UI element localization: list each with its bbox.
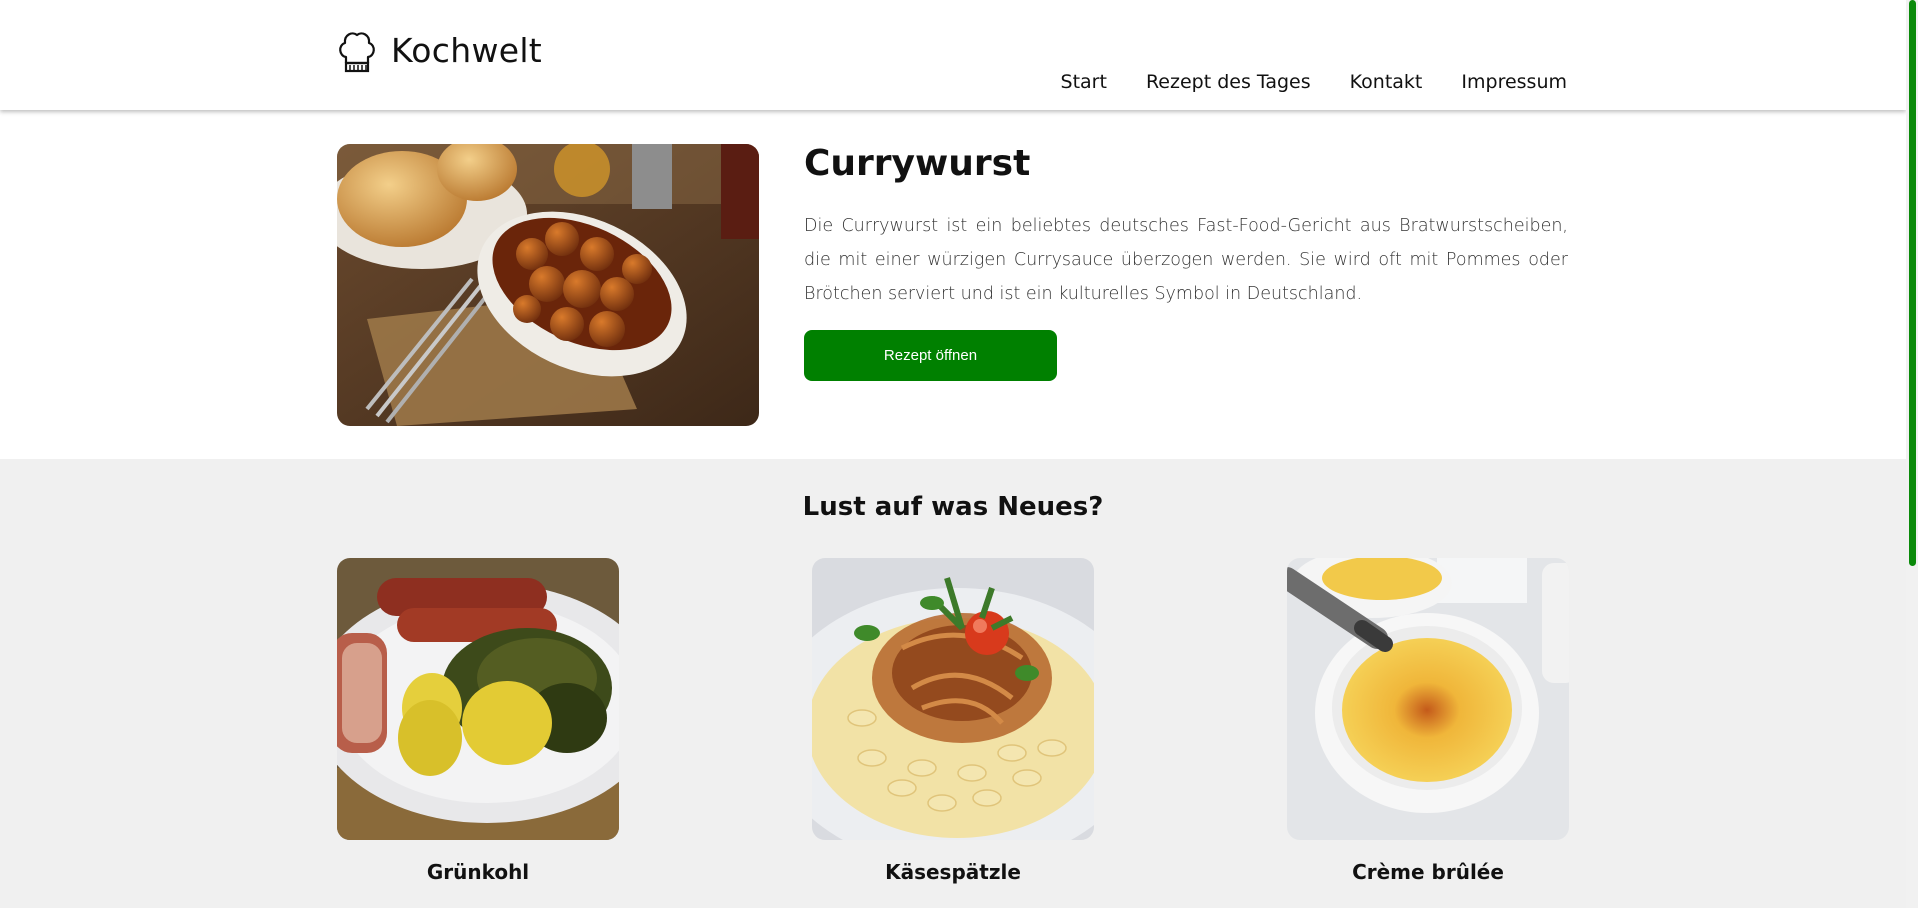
recipe-card-gruenkohl[interactable]: Grünkohl	[337, 558, 619, 884]
nav-rezept-des-tages[interactable]: Rezept des Tages	[1146, 71, 1311, 93]
vertical-scrollbar[interactable]	[1906, 0, 1918, 908]
open-recipe-button[interactable]: Rezept öffnen	[804, 330, 1057, 381]
nav-impressum[interactable]: Impressum	[1461, 71, 1567, 93]
chef-hat-icon	[337, 27, 377, 73]
suggestions-section: Lust auf was Neues? Grünkohl Käsespätzle…	[0, 459, 1906, 908]
site-header: Kochwelt Start Rezept des Tages Kontakt …	[0, 0, 1906, 110]
creme-brulee-image[interactable]	[1287, 558, 1569, 840]
kaesespaetzle-image[interactable]	[812, 558, 1094, 840]
nav-start[interactable]: Start	[1061, 71, 1107, 93]
gruenkohl-image[interactable]	[337, 558, 619, 840]
main-nav: Start Rezept des Tages Kontakt Impressum	[1061, 71, 1567, 93]
recipe-card-kaesespaetzle[interactable]: Käsespätzle	[812, 558, 1094, 884]
suggestions-title: Lust auf was Neues?	[802, 492, 1104, 522]
recipe-description: Die Currywurst ist ein beliebtes deutsch…	[804, 216, 1568, 304]
featured-recipe: Currywurst Die Currywurst ist ein belieb…	[0, 111, 1906, 459]
recipe-card-title[interactable]: Grünkohl	[337, 860, 619, 884]
page: Kochwelt Start Rezept des Tages Kontakt …	[0, 0, 1906, 908]
recipe-title: Currywurst	[804, 143, 1031, 184]
scrollbar-thumb[interactable]	[1909, 0, 1916, 566]
recipe-card-title[interactable]: Käsespätzle	[812, 860, 1094, 884]
recipe-card-creme-brulee[interactable]: Crème brûlée	[1287, 558, 1569, 884]
logo[interactable]: Kochwelt	[337, 27, 542, 73]
recipe-card-title[interactable]: Crème brûlée	[1287, 860, 1569, 884]
site-name: Kochwelt	[391, 30, 543, 70]
currywurst-image[interactable]	[337, 144, 759, 426]
nav-kontakt[interactable]: Kontakt	[1350, 71, 1423, 93]
